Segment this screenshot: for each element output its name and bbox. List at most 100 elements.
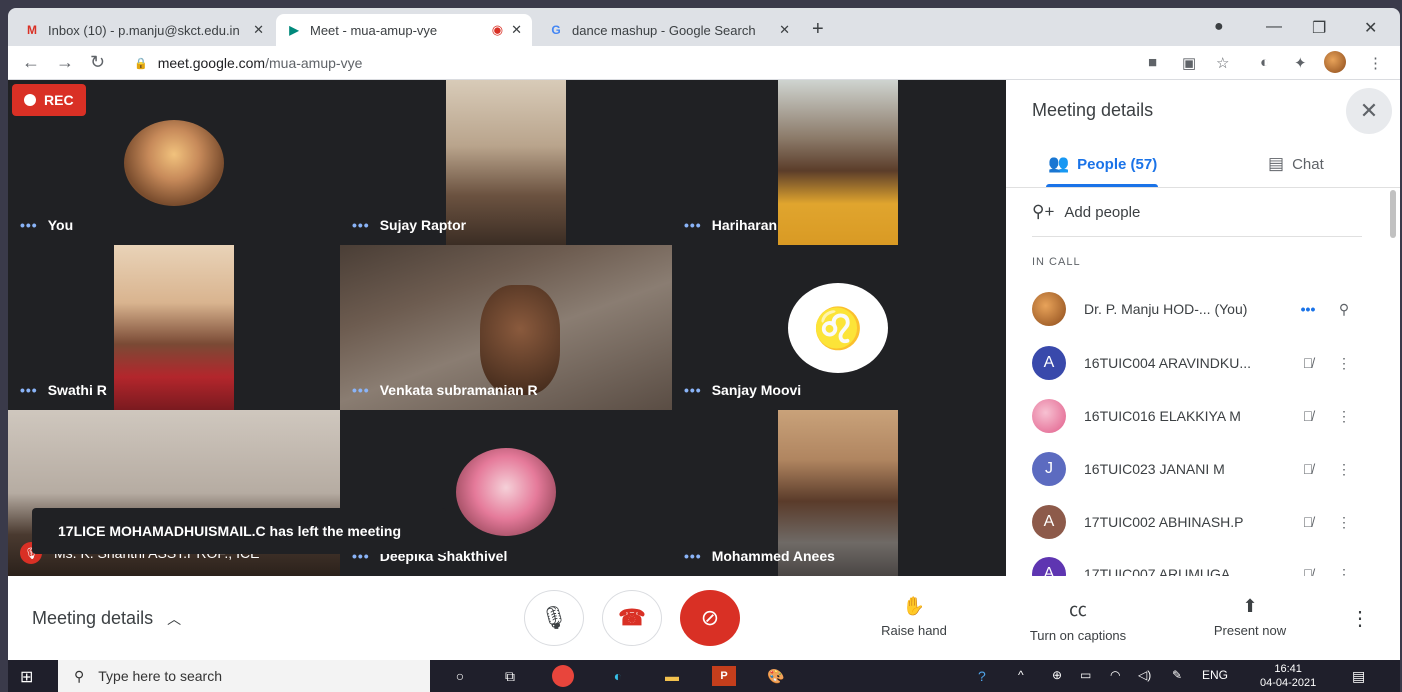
meet-tray-icon[interactable]: ⊕ bbox=[1052, 668, 1062, 682]
system-clock[interactable]: 16:41 04-04-2021 bbox=[1260, 662, 1316, 690]
panel-scrollbar[interactable] bbox=[1390, 190, 1396, 238]
participant-video bbox=[778, 80, 898, 245]
recording-badge: REC bbox=[12, 84, 86, 116]
meeting-controls-bar: Meeting details ︿ 🎙 ☎ ⊘ ✋ Raise hand ㏄ T… bbox=[8, 576, 1400, 660]
lion-avatar: ♌ bbox=[788, 283, 888, 373]
participant-avatar: A bbox=[1032, 346, 1066, 380]
participant-avatar bbox=[124, 120, 224, 206]
extension-circle-icon[interactable]: ◐ bbox=[1260, 54, 1269, 71]
notification-toast: 17LICE MOHAMADHUISMAIL.C has left the me… bbox=[32, 508, 446, 554]
add-people-button[interactable]: ⚲+ Add people bbox=[1032, 202, 1140, 222]
participant-name: 17TUIC002 ABHINASH.P bbox=[1084, 514, 1244, 530]
participant-tile[interactable]: ••• Venkata subramanian R bbox=[340, 245, 672, 410]
edge-icon[interactable]: ◐ bbox=[606, 666, 630, 686]
cortana-icon[interactable]: ○ bbox=[448, 666, 472, 686]
volume-icon[interactable]: ◁) bbox=[1138, 668, 1151, 682]
participant-row[interactable]: 16TUIC016 ELAKKIYA M 🎙̸ ⋮ bbox=[1032, 398, 1362, 434]
puzzle-icon[interactable]: ✦ bbox=[1294, 54, 1307, 72]
captions-label: Turn on captions bbox=[1029, 628, 1127, 643]
task-view-icon[interactable]: ⧉ bbox=[498, 666, 522, 686]
back-icon[interactable]: ← bbox=[22, 52, 40, 73]
paint-icon[interactable]: 🎨 bbox=[764, 666, 788, 686]
minimize-icon[interactable]: — bbox=[1266, 18, 1282, 36]
participant-tile[interactable]: ••• Swathi R bbox=[8, 245, 340, 410]
participant-tile[interactable]: ••• Sujay Raptor bbox=[340, 80, 672, 245]
panel-title: Meeting details bbox=[1032, 100, 1154, 120]
audio-indicator: ••• bbox=[20, 217, 38, 233]
window-close-icon[interactable]: ✕ bbox=[1364, 18, 1377, 38]
participant-row[interactable]: Dr. P. Manju HOD-... (You) ••• ⚲ bbox=[1032, 291, 1362, 327]
star-icon[interactable]: ☆ bbox=[1216, 54, 1229, 72]
microphone-button[interactable]: 🎙 bbox=[524, 590, 584, 646]
chrome-icon[interactable] bbox=[552, 665, 574, 687]
participant-row[interactable]: A 17TUIC002 ABHINASH.P 🎙̸ ⋮ bbox=[1032, 504, 1362, 540]
pen-icon[interactable]: ✎ bbox=[1172, 668, 1182, 682]
add-person-icon: ⚲+ bbox=[1032, 202, 1055, 221]
meeting-details-button[interactable]: Meeting details ︿ bbox=[32, 608, 181, 629]
qr-code-icon[interactable]: ▣ bbox=[1182, 54, 1196, 72]
mic-icon: 🎙 bbox=[540, 605, 568, 630]
participant-name: Hariharan bbox=[711, 217, 778, 233]
tab-gmail[interactable]: M Inbox (10) - p.manju@skct.edu.in ✕ bbox=[14, 14, 274, 46]
new-tab-button[interactable]: + bbox=[812, 18, 824, 41]
present-now-button[interactable]: ⬆ Present now bbox=[1190, 596, 1310, 638]
restore-icon[interactable]: ❐ bbox=[1312, 18, 1326, 38]
tray-chevron-icon[interactable]: ^ bbox=[1018, 668, 1024, 682]
more-options-icon[interactable]: ⋮ bbox=[1350, 606, 1370, 631]
captions-button[interactable]: ㏄ Turn on captions bbox=[1018, 596, 1138, 643]
participant-row[interactable]: J 16TUIC023 JANANI M 🎙̸ ⋮ bbox=[1032, 451, 1362, 487]
powerpoint-icon[interactable]: P bbox=[712, 666, 736, 686]
closed-captions-icon: ㏄ bbox=[1069, 600, 1087, 620]
participant-name: 16TUIC016 ELAKKIYA M bbox=[1084, 408, 1241, 424]
taskbar-search-box[interactable]: ⚲ Type here to search bbox=[58, 660, 430, 692]
panel-close-button[interactable]: ✕ bbox=[1346, 88, 1392, 134]
tab-title: dance mashup - Google Search bbox=[572, 22, 756, 38]
participant-name: You bbox=[47, 217, 74, 233]
close-icon[interactable]: ✕ bbox=[253, 22, 264, 38]
participant-tile[interactable]: ♌ ••• Sanjay Moovi bbox=[672, 245, 1004, 410]
present-icon: ⬆ bbox=[1242, 596, 1258, 616]
camera-toggle-button[interactable]: ⊘ bbox=[680, 590, 740, 646]
camera-icon[interactable]: ■ bbox=[1148, 54, 1157, 71]
participant-row[interactable]: A 17TUIC007 ARUMUGA... 🎙̸ ⋮ bbox=[1032, 556, 1362, 576]
more-options-icon[interactable]: ⋮ bbox=[1326, 461, 1362, 478]
gmail-icon: M bbox=[27, 23, 37, 37]
participant-tile[interactable]: ••• Mohammed Anees bbox=[672, 410, 1004, 576]
more-options-icon[interactable]: ⋮ bbox=[1326, 355, 1362, 372]
participant-name: Mohammed Anees bbox=[711, 548, 835, 564]
close-icon[interactable]: ✕ bbox=[779, 22, 790, 38]
participant-tile[interactable]: ••• Hariharan bbox=[672, 80, 1004, 245]
help-icon[interactable]: ? bbox=[978, 668, 986, 684]
forward-icon[interactable]: → bbox=[56, 52, 74, 73]
leave-call-button[interactable]: ☎ bbox=[602, 590, 662, 646]
notifications-icon[interactable]: ▤ bbox=[1352, 668, 1365, 685]
chevron-up-icon: ︿ bbox=[167, 610, 182, 627]
tab-meet[interactable]: ▶ Meet - mua-amup-vye ◉ ✕ bbox=[276, 14, 532, 46]
windows-start-icon[interactable]: ⊞ bbox=[20, 667, 33, 687]
participant-row[interactable]: A 16TUIC004 ARAVINDKU... 🎙̸ ⋮ bbox=[1032, 345, 1362, 381]
mic-off-icon: 🎙̸ bbox=[1302, 566, 1314, 576]
address-bar[interactable]: 🔒 meet.google.com/mua-amup-vye bbox=[134, 50, 1004, 76]
menu-icon[interactable]: ⋮ bbox=[1368, 54, 1383, 72]
file-explorer-icon[interactable]: ▬ bbox=[660, 666, 684, 686]
reload-icon[interactable]: ↻ bbox=[90, 52, 105, 73]
profile-dropdown-icon[interactable]: ● bbox=[1214, 18, 1224, 36]
close-icon[interactable]: ✕ bbox=[511, 22, 522, 38]
profile-avatar[interactable] bbox=[1324, 51, 1346, 77]
url-host: meet.google.com bbox=[157, 55, 266, 71]
language-indicator[interactable]: ENG bbox=[1202, 668, 1228, 682]
pin-icon[interactable]: ⚲ bbox=[1326, 301, 1362, 318]
tab-chat[interactable]: ▤ Chat bbox=[1268, 154, 1324, 174]
audio-indicator: ••• bbox=[1300, 301, 1316, 317]
wifi-icon[interactable]: ◠ bbox=[1110, 668, 1120, 682]
participant-avatar bbox=[1032, 292, 1066, 326]
participant-name: Venkata subramanian R bbox=[379, 382, 538, 398]
more-options-icon[interactable]: ⋮ bbox=[1326, 408, 1362, 425]
more-options-icon[interactable]: ⋮ bbox=[1326, 566, 1362, 577]
tab-google-search[interactable]: G dance mashup - Google Search ✕ bbox=[538, 14, 800, 46]
raise-hand-button[interactable]: ✋ Raise hand bbox=[854, 596, 974, 638]
more-options-icon[interactable]: ⋮ bbox=[1326, 514, 1362, 531]
battery-icon[interactable]: ▭ bbox=[1080, 668, 1091, 682]
tab-people[interactable]: 👥 People (57) bbox=[1048, 154, 1157, 174]
windows-taskbar: ⊞ ⚲ Type here to search ○ ⧉ ◐ ▬ P 🎨 ? ^ … bbox=[8, 660, 1400, 692]
